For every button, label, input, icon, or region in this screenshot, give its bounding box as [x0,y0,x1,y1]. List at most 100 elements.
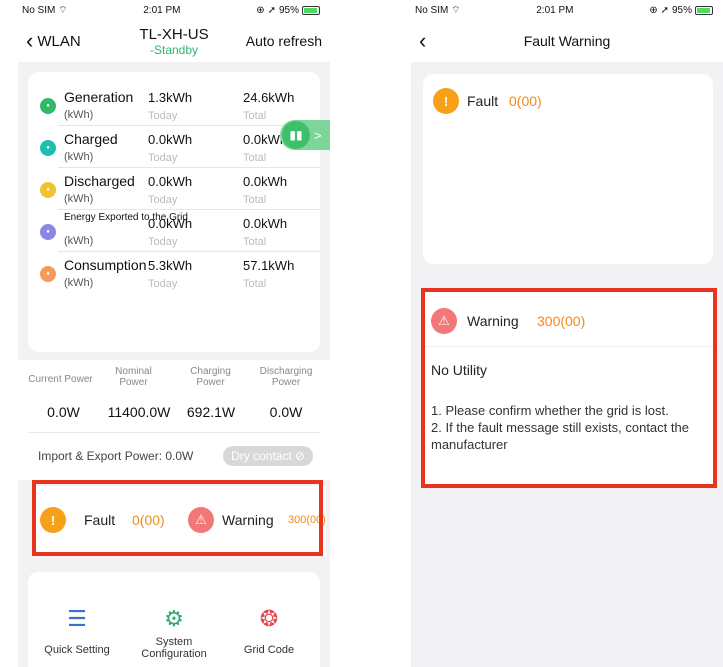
today-value: 0.0kWh [148,216,193,231]
today-label: Today [148,278,178,290]
location-icon: ➚ [267,4,276,16]
energy-unit: (kWh) [64,193,94,205]
wifi-icon: ⌔ [451,4,461,16]
today-label: Today [148,236,178,248]
fault-label: Fault [467,93,499,109]
today-value: 0.0kWh [148,174,193,189]
total-label: Total [243,278,267,290]
nav-bar: ‹ Fault Warning [411,20,723,62]
nominal-power-label: Nominal Power [115,366,152,388]
discharging-power-label: Discharging Power [259,366,313,388]
grid-export-icon: ● [40,224,56,240]
total-label: Total [243,194,267,206]
total-value: 24.6kWh [243,90,295,105]
consumption-icon: ● [40,266,56,282]
energy-row: ● Discharged (kWh) 0.0kWh Today 0.0kWh Total [28,168,320,210]
clock: 2:01 PM [143,4,181,16]
today-value: 0.0kWh [148,132,193,147]
alarm-icon: ⊕ [256,4,265,16]
total-label: Total [243,152,267,164]
carrier-label: No SIM ⌔ [415,4,461,16]
fault-card: ! Fault 0(00) [423,74,713,264]
back-button[interactable]: ‹ WLAN [26,30,81,52]
status-bar: No SIM ⌔ 2:01 PM ⊕ ➚ 95% [411,0,723,20]
energy-name: Consumption [64,257,147,273]
clock: 2:01 PM [536,4,574,16]
charging-power-value: 692.1W [186,404,236,420]
device-detail-screen: No SIM ⌔ 2:01 PM ⊕ ➚ 95% ‹ WLAN TL-XH-US… [18,0,330,667]
energy-name: Charged [64,131,118,147]
energy-card: ● Generation (kWh) 1.3kWh Today 24.6kWh Total ●… [28,72,320,352]
auto-refresh-button[interactable]: Auto refresh [246,33,322,49]
current-power-value: 0.0W [47,404,80,420]
today-value: 5.3kWh [148,258,193,273]
grid-code-label: Grid Code [243,644,295,656]
energy-unit: (kWh) [64,235,94,247]
system-configuration-button[interactable]: ⚙ System Configuration [129,606,219,660]
nav-bar: ‹ WLAN TL-XH-US -Standby Auto refresh [18,20,330,62]
energy-unit: (kWh) [64,109,94,121]
total-label: Total [243,110,267,122]
disabled-icon: ⊘ [294,449,305,463]
chart-shortcut-button[interactable]: ▮▮ > [280,120,330,150]
quick-setting-label: Quick Setting [44,644,110,656]
carrier-label: No SIM ⌔ [22,4,68,16]
energy-name: Discharged [64,173,135,189]
today-label: Today [148,194,178,206]
system-configuration-label: System Configuration [141,636,207,660]
energy-unit: (kWh) [64,151,94,163]
fault-icon: ! [433,88,459,114]
page-title: Fault Warning [523,33,611,49]
chevron-right-icon: > [314,127,322,143]
power-divider [28,432,320,433]
energy-unit: (kWh) [64,277,94,289]
current-power-label: Current Power [28,374,93,385]
warning-highlight [421,288,717,488]
today-label: Today [148,110,178,122]
quick-setting-icon: ☰ [67,606,87,631]
chevron-left-icon: ‹ [26,28,34,53]
energy-row: ● Charged (kWh) 0.0kWh Today 0.0kWh Total [28,126,320,168]
page-title-wrap: Fault Warning [411,33,723,49]
charged-icon: ● [40,140,56,156]
fault-warning-screen: No SIM ⌔ 2:01 PM ⊕ ➚ 95% ‹ Fault Warning… [411,0,723,667]
total-value: 57.1kWh [243,258,295,273]
charging-power-label: Charging Power [190,366,231,388]
medal-icon: ❂ [259,606,279,631]
location-icon: ➚ [660,4,669,16]
gear-icon: ⚙ [164,606,184,631]
chevron-left-icon: ‹ [419,28,427,53]
dry-contact-button[interactable]: Dry contact ⊘ [223,446,313,466]
alerts-highlight [32,480,323,556]
nominal-power-value: 11400.0W [107,404,171,420]
alarm-icon: ⊕ [649,4,658,16]
status-right: ⊕ ➚ 95% [256,5,320,16]
total-label: Total [243,236,267,248]
today-label: Today [148,152,178,164]
chart-icon: ▮▮ [282,121,310,149]
battery-icon [301,5,320,15]
back-button[interactable]: ‹ [419,30,426,52]
battery-icon [694,5,713,15]
dry-contact-label: Dry contact [231,449,292,463]
energy-row: ● Generation (kWh) 1.3kWh Today 24.6kWh Total [28,84,320,126]
wifi-icon: ⌔ [58,4,68,16]
import-export-power: Import & Export Power: 0.0W [38,449,194,463]
back-label: WLAN [37,32,81,50]
energy-name: Generation [64,89,134,105]
quick-setting-button[interactable]: ☰ Quick Setting [32,606,122,656]
total-value: 0.0kWh [243,174,288,189]
battery-percent: 95% [671,4,692,16]
today-value: 1.3kWh [148,90,193,105]
status-bar: No SIM ⌔ 2:01 PM ⊕ ➚ 95% [18,0,330,20]
grid-code-button[interactable]: ❂ Grid Code [224,606,314,656]
generation-icon: ● [40,98,56,114]
discharging-power-value: 0.0W [269,404,303,420]
energy-row: ● Energy Exported to the Grid (kWh) 0.0kWh T… [28,210,320,252]
status-right: ⊕ ➚ 95% [649,5,713,16]
battery-percent: 95% [278,4,299,16]
total-value: 0.0kWh [243,216,288,231]
fault-count: 0(00) [509,93,542,109]
energy-row: ● Consumption (kWh) 5.3kWh Today 57.1kWh Total [28,252,320,294]
discharged-icon: ● [40,182,56,198]
